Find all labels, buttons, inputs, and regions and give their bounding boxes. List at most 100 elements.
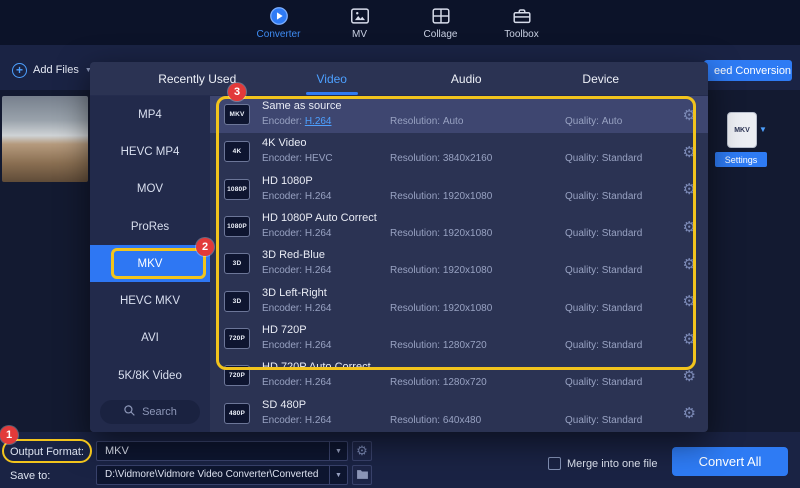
save-to-value: D:\Vidmore\Vidmore Video Converter\Conve… [97, 466, 329, 484]
preset-row-hd-1080p[interactable]: 1080P HD 1080P Encoder: H.264 Resolution… [210, 171, 708, 208]
sidebar-item-mov[interactable]: MOV [90, 171, 210, 208]
sidebar-item-mkv[interactable]: MKV [90, 245, 210, 282]
preset-title: HD 720P Auto Correct [262, 361, 371, 373]
format-icon: 1080P [224, 179, 250, 200]
preset-settings-gear-icon[interactable]: ⚙ [683, 180, 696, 198]
panel-tab-recently-used[interactable]: Recently Used [130, 62, 265, 95]
preset-encoder: Encoder: H.264 [262, 265, 332, 276]
preset-settings-gear-icon[interactable]: ⚙ [683, 106, 696, 124]
format-icon: 3D [224, 253, 250, 274]
preset-resolution: Resolution: 1920x1080 [390, 191, 492, 202]
preset-title: 4K Video [262, 137, 306, 149]
sidebar-item-avi[interactable]: AVI [90, 320, 210, 357]
output-format-select[interactable]: MKV ▼ [96, 441, 348, 461]
preset-title: HD 720P [262, 324, 307, 336]
preset-settings-gear-icon[interactable]: ⚙ [683, 292, 696, 310]
toolbox-icon [511, 5, 533, 27]
format-search[interactable]: Search [100, 400, 200, 424]
preset-title: 3D Red-Blue [262, 249, 325, 261]
search-label: Search [142, 406, 177, 418]
preset-encoder: Encoder: H.264 [262, 191, 332, 202]
settings-button[interactable]: Settings [715, 152, 767, 167]
output-format-value: MKV [97, 442, 329, 460]
format-icon: 720P [224, 365, 250, 386]
preset-settings-gear-icon[interactable]: ⚙ [683, 143, 696, 161]
output-format-caret-icon[interactable]: ▼ [759, 125, 767, 134]
preset-encoder: Encoder: H.264 [262, 116, 332, 127]
topbar-tab-converter[interactable]: Converter [238, 0, 319, 45]
topbar-tabs: Converter MV Collage Toolbox [238, 0, 562, 45]
preset-row-hd-720p[interactable]: 720P HD 720P Encoder: H.264 Resolution: … [210, 320, 708, 357]
high-speed-conversion-label: eed Conversion [714, 65, 791, 77]
chevron-down-icon[interactable]: ▼ [329, 466, 347, 484]
format-icon: 4K [224, 141, 250, 162]
preset-settings-gear-icon[interactable]: ⚙ [683, 218, 696, 236]
preset-row-hd-1080p-auto-correct[interactable]: 1080P HD 1080P Auto Correct Encoder: H.2… [210, 208, 708, 245]
preset-settings-gear-icon[interactable]: ⚙ [683, 255, 696, 273]
merge-checkbox[interactable] [548, 457, 561, 470]
search-icon [123, 404, 136, 420]
preset-quality: Quality: Standard [565, 153, 642, 164]
panel-tab-video[interactable]: Video [265, 62, 400, 95]
panel-tab-device[interactable]: Device [534, 62, 669, 95]
preset-quality: Quality: Standard [565, 265, 642, 276]
preset-row-hd-720p-auto-correct[interactable]: 720P HD 720P Auto Correct Encoder: H.264… [210, 357, 708, 394]
preset-quality: Quality: Standard [565, 228, 642, 239]
footer: Output Format: MKV ▼ ⚙ Save to: D:\Vidmo… [0, 432, 800, 488]
converter-icon [268, 5, 290, 27]
format-icon: 720P [224, 328, 250, 349]
format-icon: 480P [224, 403, 250, 424]
output-settings-button[interactable]: ⚙ [352, 441, 372, 461]
high-speed-conversion-button[interactable]: eed Conversion [704, 60, 792, 81]
panel-tab-audio[interactable]: Audio [399, 62, 534, 95]
browse-folder-button[interactable] [352, 465, 372, 485]
collage-icon [430, 5, 452, 27]
sidebar-item-hevc-mkv[interactable]: HEVC MKV [90, 282, 210, 319]
preset-resolution: Resolution: 3840x2160 [390, 153, 492, 164]
sidebar-item-mp4[interactable]: MP4 [90, 96, 210, 133]
preset-row-sd-480p[interactable]: 480P SD 480P Encoder: H.264 Resolution: … [210, 395, 708, 432]
preset-quality: Quality: Standard [565, 377, 642, 388]
format-icon: MKV [224, 104, 250, 125]
output-format-icon[interactable]: MKV [727, 112, 757, 148]
sidebar-item-hevc-mp4[interactable]: HEVC MP4 [90, 133, 210, 170]
preset-resolution: Resolution: 1920x1080 [390, 228, 492, 239]
format-sidebar: MP4 HEVC MP4 MOV ProRes MKV HEVC MKV AVI… [90, 96, 210, 432]
format-icon: 3D [224, 291, 250, 312]
preset-row-4k-video[interactable]: 4K 4K Video Encoder: HEVC Resolution: 38… [210, 133, 708, 170]
format-icon: 1080P [224, 216, 250, 237]
preset-settings-gear-icon[interactable]: ⚙ [683, 367, 696, 385]
preset-encoder: Encoder: H.264 [262, 303, 332, 314]
format-selection-panel: Recently Used Video Audio Device MP4 HEV… [90, 62, 708, 432]
output-format-label: Output Format: [10, 446, 84, 458]
save-to-select[interactable]: D:\Vidmore\Vidmore Video Converter\Conve… [96, 465, 348, 485]
convert-all-button[interactable]: Convert All [672, 447, 788, 476]
format-sidebar-items: MP4 HEVC MP4 MOV ProRes MKV HEVC MKV AVI… [90, 96, 210, 394]
sidebar-item-5k-8k-video[interactable]: 5K/8K Video [90, 357, 210, 394]
preset-resolution: Resolution: Auto [390, 116, 463, 127]
preset-settings-gear-icon[interactable]: ⚙ [683, 404, 696, 422]
preset-settings-gear-icon[interactable]: ⚙ [683, 330, 696, 348]
topbar-tab-mv[interactable]: MV [319, 0, 400, 45]
preset-row-3d-red-blue[interactable]: 3D 3D Red-Blue Encoder: H.264 Resolution… [210, 245, 708, 282]
topbar-tab-collage[interactable]: Collage [400, 0, 481, 45]
preset-quality: Quality: Standard [565, 303, 642, 314]
sidebar-item-prores[interactable]: ProRes [90, 208, 210, 245]
preset-row-3d-left-right[interactable]: 3D 3D Left-Right Encoder: H.264 Resoluti… [210, 283, 708, 320]
preset-quality: Quality: Standard [565, 415, 642, 426]
merge-label: Merge into one file [567, 458, 658, 470]
preset-row-same-as-source[interactable]: MKV Same as source Encoder: H.264 Resolu… [210, 96, 708, 133]
preset-encoder: Encoder: H.264 [262, 377, 332, 388]
preset-resolution: Resolution: 1920x1080 [390, 265, 492, 276]
preset-encoder: Encoder: H.264 [262, 415, 332, 426]
preset-quality: Quality: Auto [565, 116, 622, 127]
preset-quality: Quality: Standard [565, 191, 642, 202]
add-files-button[interactable]: + Add Files ▼ [12, 59, 92, 81]
video-thumbnail [2, 96, 88, 182]
preset-encoder: Encoder: H.264 [262, 340, 332, 351]
preset-encoder: Encoder: HEVC [262, 153, 333, 164]
add-files-label: Add Files [33, 64, 79, 76]
chevron-down-icon[interactable]: ▼ [329, 442, 347, 460]
preset-resolution: Resolution: 1920x1080 [390, 303, 492, 314]
topbar-tab-toolbox[interactable]: Toolbox [481, 0, 562, 45]
